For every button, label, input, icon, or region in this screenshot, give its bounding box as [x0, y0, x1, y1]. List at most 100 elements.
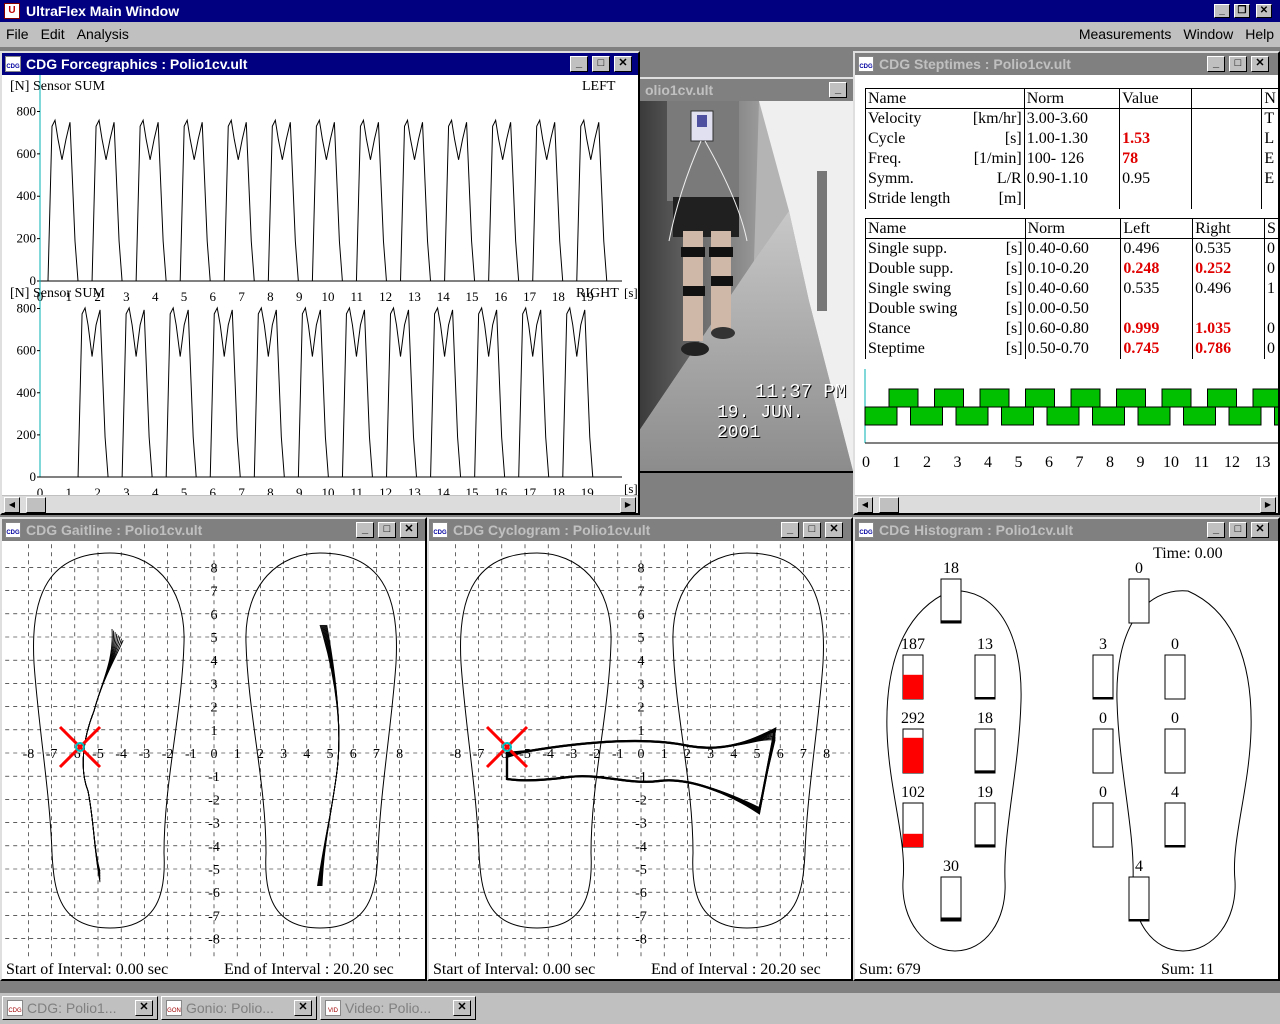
scroll-left-arrow[interactable]: ◀: [4, 497, 20, 513]
x-tick-label: 1: [661, 747, 668, 762]
scroll-right-arrow[interactable]: ▶: [1260, 497, 1276, 513]
histogram-window[interactable]: CDG CDG Histogram : Polio1cv.ult _ □ ✕ T…: [853, 517, 1280, 981]
forcegraphics-window[interactable]: CDG CDG Forcegraphics : Polio1cv.ult _ □…: [0, 51, 640, 515]
cell-norm: 0.40-0.60: [1024, 278, 1122, 299]
forcegraphics-close-button[interactable]: ✕: [614, 56, 632, 72]
video-window[interactable]: olio1cv.ult _ 11:37 PM 19. JUN. 2001: [637, 77, 855, 473]
cell-cut: 0: [1263, 318, 1280, 339]
y-tick-label: 2: [638, 701, 645, 716]
app-titlebar: U UltraFlex Main Window _ ❐ ✕: [0, 0, 1280, 22]
sensor-fill-bar: [1093, 697, 1113, 699]
cell-cut: [1263, 298, 1280, 319]
forcegraphics-title: CDG Forcegraphics : Polio1cv.ult: [26, 56, 248, 72]
x-tick-label: 12: [1224, 454, 1240, 471]
histogram-maximize-button[interactable]: □: [1229, 522, 1247, 538]
scroll-thumb[interactable]: [879, 497, 899, 513]
scroll-right-arrow[interactable]: ▶: [620, 497, 636, 513]
y-tick-label: 800: [17, 301, 37, 316]
menu-measurements[interactable]: Measurements: [1073, 26, 1178, 42]
y-tick-label: 1: [638, 724, 645, 739]
menu-edit[interactable]: Edit: [35, 26, 71, 42]
gaitline-title: CDG Gaitline : Polio1cv.ult: [26, 522, 203, 538]
cell-unit: [s]: [1005, 239, 1023, 257]
x-tick-label: 0: [862, 454, 870, 471]
col-header-cut: N: [1261, 88, 1279, 109]
video-titlebar[interactable]: olio1cv.ult _: [639, 79, 853, 101]
x-tick-label: -8: [23, 747, 35, 762]
gaitline-window[interactable]: CDG CDG Gaitline : Polio1cv.ult _ □ ✕ -8…: [0, 517, 427, 981]
histogram-sum-left: Sum: 679: [859, 961, 921, 978]
video-timestamp: 11:37 PM: [755, 381, 847, 403]
histogram-minimize-button[interactable]: _: [1207, 522, 1225, 538]
x-tick-label: 15: [466, 289, 479, 304]
cyclogram-maximize-button[interactable]: □: [803, 522, 821, 538]
x-tick-label: 0: [37, 485, 44, 495]
x-tick-label: -1: [612, 747, 624, 762]
forcegraphics-maximize-button[interactable]: □: [592, 56, 610, 72]
close-button[interactable]: ✕: [1256, 4, 1272, 18]
minimized-cdg-close-button[interactable]: ✕: [135, 1000, 153, 1016]
video-minimize-button[interactable]: _: [829, 82, 847, 98]
menu-help[interactable]: Help: [1239, 26, 1280, 42]
sensor-fill-bar: [941, 917, 961, 921]
sensor-box: [940, 578, 962, 624]
steptimes-maximize-button[interactable]: □: [1229, 56, 1247, 72]
minimized-video-close-button[interactable]: ✕: [453, 1000, 471, 1016]
x-tick-label: 16: [494, 289, 508, 304]
cell-value: 78: [1119, 148, 1192, 169]
histogram-close-button[interactable]: ✕: [1251, 522, 1269, 538]
cyclogram-close-button[interactable]: ✕: [825, 522, 843, 538]
gaitline-titlebar[interactable]: CDG CDG Gaitline : Polio1cv.ult _ □ ✕: [2, 519, 425, 541]
sensor-value-label: 0: [1171, 710, 1179, 727]
minimized-gonio-label: Gonio: Polio...: [186, 1000, 274, 1016]
x-tick-label: 6: [350, 747, 357, 762]
scroll-left-arrow[interactable]: ◀: [857, 497, 873, 513]
x-tick-label: 19: [581, 289, 594, 304]
y-tick-label: 5: [211, 631, 218, 646]
force-scrollbar[interactable]: ◀ ▶: [2, 495, 638, 513]
scroll-thumb[interactable]: [26, 497, 46, 513]
menu-analysis[interactable]: Analysis: [71, 26, 135, 42]
x-tick-label: 16: [494, 485, 508, 495]
histogram-titlebar[interactable]: CDG CDG Histogram : Polio1cv.ult _ □ ✕: [855, 519, 1278, 541]
forcegraphics-titlebar[interactable]: CDG CDG Forcegraphics : Polio1cv.ult _ □…: [2, 53, 638, 75]
col-header-name: Name: [865, 88, 1025, 109]
sensor-fill-bar: [975, 697, 995, 699]
steptimes-scrollbar[interactable]: ◀ ▶: [855, 495, 1278, 513]
steptimes-close-button[interactable]: ✕: [1251, 56, 1269, 72]
restore-button[interactable]: ❐: [1234, 4, 1250, 18]
minimized-video-window[interactable]: VID Video: Polio... ✕: [320, 996, 476, 1020]
minimize-button[interactable]: _: [1214, 4, 1230, 18]
gaitline-end: End of Interval : 20.20 sec: [224, 961, 394, 978]
minimized-cdg-window[interactable]: CDG CDG: Polio1... ✕: [2, 996, 158, 1020]
table-row: Single supp. [s] 0.40-0.60 0.496 0.535 0: [865, 238, 1280, 259]
steptimes-titlebar[interactable]: CDG CDG Steptimes : Polio1cv.ult _ □ ✕: [855, 53, 1278, 75]
cell-cut: L: [1261, 128, 1279, 149]
steptimes-window[interactable]: CDG CDG Steptimes : Polio1cv.ult _ □ ✕ N…: [853, 51, 1280, 515]
x-tick-label: 4: [152, 289, 159, 304]
sensor-fill-bar: [975, 770, 995, 773]
x-tick-label: 13: [408, 485, 421, 495]
minimized-gonio-close-button[interactable]: ✕: [294, 1000, 312, 1016]
cell-left: 0.535: [1120, 278, 1194, 299]
cdg-icon: CDG: [7, 1000, 23, 1016]
minimized-gonio-window[interactable]: GON Gonio: Polio... ✕: [161, 996, 317, 1020]
y-tick-label: -4: [208, 840, 220, 855]
gaitline-maximize-button[interactable]: □: [378, 522, 396, 538]
cell-unit: [m]: [998, 189, 1022, 207]
cdg-icon: CDG: [858, 56, 874, 72]
app-icon[interactable]: U: [4, 3, 20, 19]
foot-outline: [33, 552, 185, 929]
gaitline-close-button[interactable]: ✕: [400, 522, 418, 538]
cyclogram-minimize-button[interactable]: _: [781, 522, 799, 538]
gaitline-minimize-button[interactable]: _: [356, 522, 374, 538]
steptimes-minimize-button[interactable]: _: [1207, 56, 1225, 72]
forcegraphics-minimize-button[interactable]: _: [570, 56, 588, 72]
menu-file[interactable]: File: [0, 26, 35, 42]
x-tick-label: 10: [1163, 454, 1179, 471]
cyclogram-window[interactable]: CDG CDG Cyclogram : Polio1cv.ult _ □ ✕ -…: [427, 517, 853, 981]
x-tick-label: 5: [1015, 454, 1023, 471]
cell-norm: 0.50-0.70: [1024, 338, 1122, 359]
cyclogram-titlebar[interactable]: CDG CDG Cyclogram : Polio1cv.ult _ □ ✕: [429, 519, 851, 541]
menu-window[interactable]: Window: [1177, 26, 1239, 42]
